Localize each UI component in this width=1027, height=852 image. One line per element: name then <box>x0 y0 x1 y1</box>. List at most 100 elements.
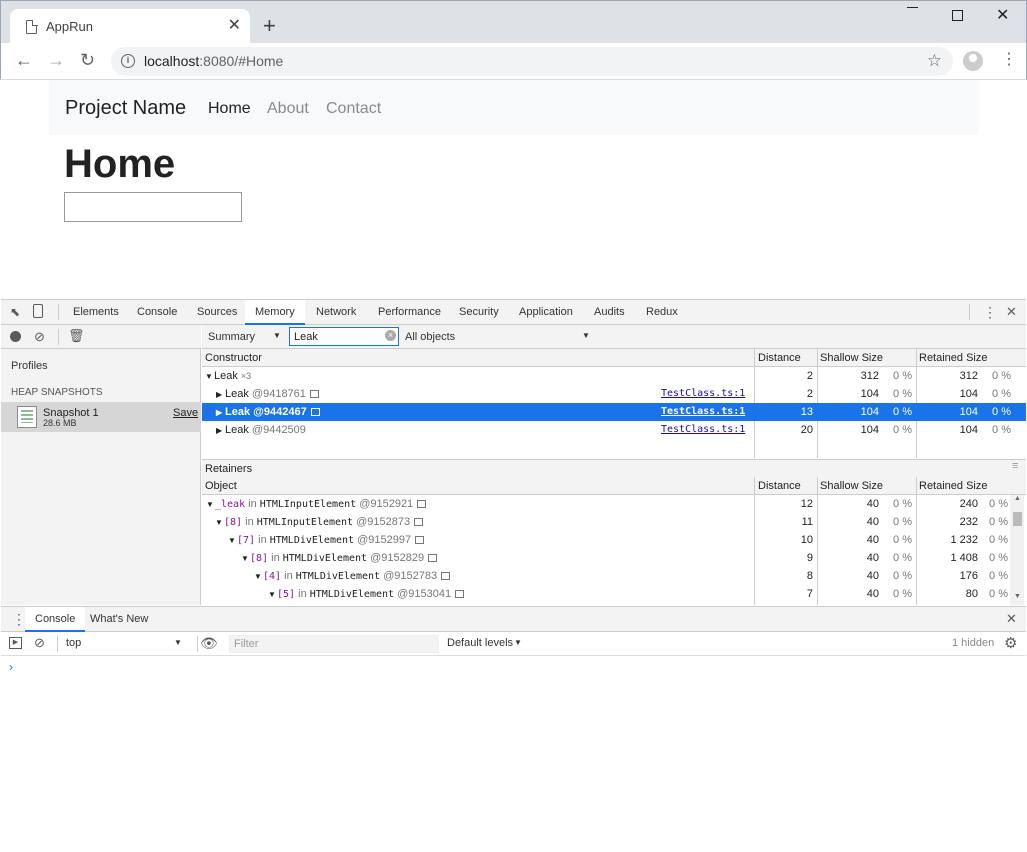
window-close-icon[interactable]: ✕ <box>996 5 1009 25</box>
expanded-triangle-icon[interactable]: ▼ <box>205 372 214 381</box>
nav-home[interactable]: Home <box>208 100 251 118</box>
source-link[interactable]: TestClass.ts:1 <box>661 406 745 417</box>
store-as-global-icon[interactable] <box>455 590 465 598</box>
splitter-handle-icon[interactable]: ≡ <box>1012 460 1018 472</box>
constructor-row[interactable]: ▼Leak ×3 2 312 0 % 312 0 % <box>202 367 1026 385</box>
collapsed-triangle-icon[interactable]: ▶ <box>216 390 225 399</box>
constructor-row-selected[interactable]: ▶ Leak @9442467 TestClass.ts:1 13 104 0 %… <box>202 403 1026 421</box>
expanded-triangle-icon[interactable]: ▼ <box>254 572 263 581</box>
store-as-global-icon[interactable] <box>414 518 424 526</box>
nav-contact[interactable]: Contact <box>326 100 381 118</box>
navbar-brand[interactable]: Project Name <box>65 97 186 120</box>
collapsed-triangle-icon[interactable]: ▶ <box>216 408 225 417</box>
back-icon[interactable]: ← <box>15 50 33 70</box>
reload-icon[interactable]: ↻ <box>80 50 95 70</box>
expanded-triangle-icon[interactable]: ▼ <box>241 554 250 563</box>
col-object[interactable]: Object <box>205 480 237 492</box>
store-as-global-icon[interactable] <box>415 536 425 544</box>
expanded-triangle-icon[interactable]: ▼ <box>206 500 215 509</box>
devtools-menu-icon[interactable]: ⋮ <box>983 304 997 321</box>
retainer-row[interactable]: ▼[4] in HTMLDivElement @9152783 8 40 0 %… <box>202 567 1026 585</box>
col-constructor[interactable]: Constructor <box>205 352 262 364</box>
new-tab-icon[interactable]: + <box>263 14 276 38</box>
retainer-row[interactable]: ▼[8] in HTMLDivElement @9152829 9 40 0 %… <box>202 549 1026 567</box>
show-sidebar-icon[interactable]: ▶ <box>9 637 22 649</box>
view-select[interactable]: Summary <box>208 331 255 343</box>
source-link[interactable]: TestClass.ts:1 <box>661 388 745 399</box>
clear-filter-icon[interactable]: × <box>385 330 396 341</box>
expanded-triangle-icon[interactable]: ▼ <box>228 536 237 545</box>
store-as-global-icon[interactable] <box>310 408 320 416</box>
address-bar[interactable]: i localhost:8080/#Home ☆ <box>111 47 953 76</box>
store-as-global-icon[interactable] <box>309 390 319 398</box>
col-shallow[interactable]: Shallow Size <box>820 352 883 364</box>
tab-audits[interactable]: Audits <box>594 306 625 318</box>
retainers-header[interactable]: Retainers ≡ <box>202 459 1026 477</box>
info-icon[interactable]: i <box>121 54 135 68</box>
retainer-row[interactable]: ▼[5] in HTMLDivElement @9153041 7 40 0 %… <box>202 585 1026 603</box>
retainer-row[interactable]: ▼_leak in HTMLInputElement @9152921 12 4… <box>202 495 1026 513</box>
close-devtools-icon[interactable]: ✕ <box>1006 304 1017 320</box>
objects-select[interactable]: All objects <box>405 331 455 343</box>
store-as-global-icon[interactable] <box>441 572 451 580</box>
tab-performance[interactable]: Performance <box>378 306 441 318</box>
col-shallow[interactable]: Shallow Size <box>820 480 883 492</box>
tab-security[interactable]: Security <box>459 306 499 318</box>
drawer-tab-console[interactable]: Console <box>25 607 86 632</box>
store-as-global-icon[interactable] <box>417 500 427 508</box>
text-input[interactable] <box>64 192 242 222</box>
chevron-down-icon[interactable]: ▼ <box>582 331 590 340</box>
clear-icon[interactable]: ⊘ <box>34 329 45 345</box>
col-retained[interactable]: Retained Size <box>919 352 988 364</box>
console-prompt[interactable]: › <box>9 660 13 674</box>
scrollbar-thumb[interactable] <box>1013 512 1022 526</box>
scroll-up-icon[interactable]: ▲ <box>1014 495 1021 502</box>
col-distance[interactable]: Distance <box>758 480 801 492</box>
retainer-row[interactable]: ▼[7] in HTMLDivElement @9152997 10 40 0 … <box>202 531 1026 549</box>
tab-memory[interactable]: Memory <box>245 300 305 325</box>
close-drawer-icon[interactable]: ✕ <box>1006 611 1017 627</box>
trash-icon[interactable]: 🗑 <box>68 328 85 344</box>
source-link[interactable]: TestClass.ts:1 <box>661 424 745 435</box>
retainer-row[interactable]: ▼[8] in HTMLInputElement @9152873 11 40 … <box>202 513 1026 531</box>
eye-icon[interactable]: 👁 <box>200 635 218 652</box>
chevron-down-icon[interactable]: ▼ <box>273 331 281 340</box>
console-filter-input[interactable]: Filter <box>229 635 439 653</box>
scroll-down-icon[interactable]: ▼ <box>1014 593 1021 600</box>
expanded-triangle-icon[interactable]: ▼ <box>215 518 224 527</box>
constructor-row[interactable]: ▶ Leak @9418761 TestClass.ts:1 2 104 0 % … <box>202 385 1026 403</box>
tab-sources[interactable]: Sources <box>197 306 237 318</box>
gear-icon[interactable]: ⚙ <box>1004 634 1017 652</box>
maximize-icon[interactable] <box>952 10 963 21</box>
expanded-triangle-icon[interactable]: ▼ <box>268 590 277 599</box>
tab-application[interactable]: Application <box>519 306 573 318</box>
chrome-menu-icon[interactable]: ⋮ <box>1001 50 1017 70</box>
snapshot-item[interactable]: Snapshot 1 28.6 MB Save <box>1 402 201 432</box>
constructor-row[interactable]: ▶ Leak @9442509 TestClass.ts:1 20 104 0 %… <box>202 421 1026 439</box>
tab-redux[interactable]: Redux <box>646 306 678 318</box>
tab-network[interactable]: Network <box>316 306 356 318</box>
close-tab-icon[interactable]: ✕ <box>228 17 241 35</box>
device-toolbar-icon[interactable] <box>33 304 43 318</box>
clear-console-icon[interactable]: ⊘ <box>34 635 45 651</box>
inspect-element-icon[interactable]: ⬉ <box>10 305 20 319</box>
store-as-global-icon[interactable] <box>428 554 438 562</box>
drawer-menu-icon[interactable]: ⋮ <box>12 611 26 628</box>
log-levels-select[interactable]: Default levels <box>447 637 513 649</box>
bookmark-star-icon[interactable]: ☆ <box>927 51 942 71</box>
chevron-down-icon[interactable]: ▼ <box>514 638 522 647</box>
class-filter-input[interactable]: Leak <box>289 327 399 346</box>
nav-about[interactable]: About <box>267 100 309 118</box>
profile-avatar-icon[interactable] <box>963 51 983 71</box>
col-retained[interactable]: Retained Size <box>919 480 988 492</box>
forward-icon[interactable]: → <box>47 50 65 70</box>
minimize-icon[interactable] <box>907 7 918 8</box>
context-select[interactable]: top ▼ <box>58 634 186 654</box>
tab-elements[interactable]: Elements <box>73 306 119 318</box>
record-icon[interactable] <box>10 331 21 342</box>
url-text[interactable]: localhost:8080/#Home <box>144 53 283 69</box>
tab-console[interactable]: Console <box>137 306 177 318</box>
browser-tab[interactable]: AppRun ✕ <box>10 9 250 44</box>
snapshot-save-link[interactable]: Save <box>173 407 198 419</box>
retainers-scrollbar[interactable]: ▲ ▼ <box>1010 495 1024 605</box>
